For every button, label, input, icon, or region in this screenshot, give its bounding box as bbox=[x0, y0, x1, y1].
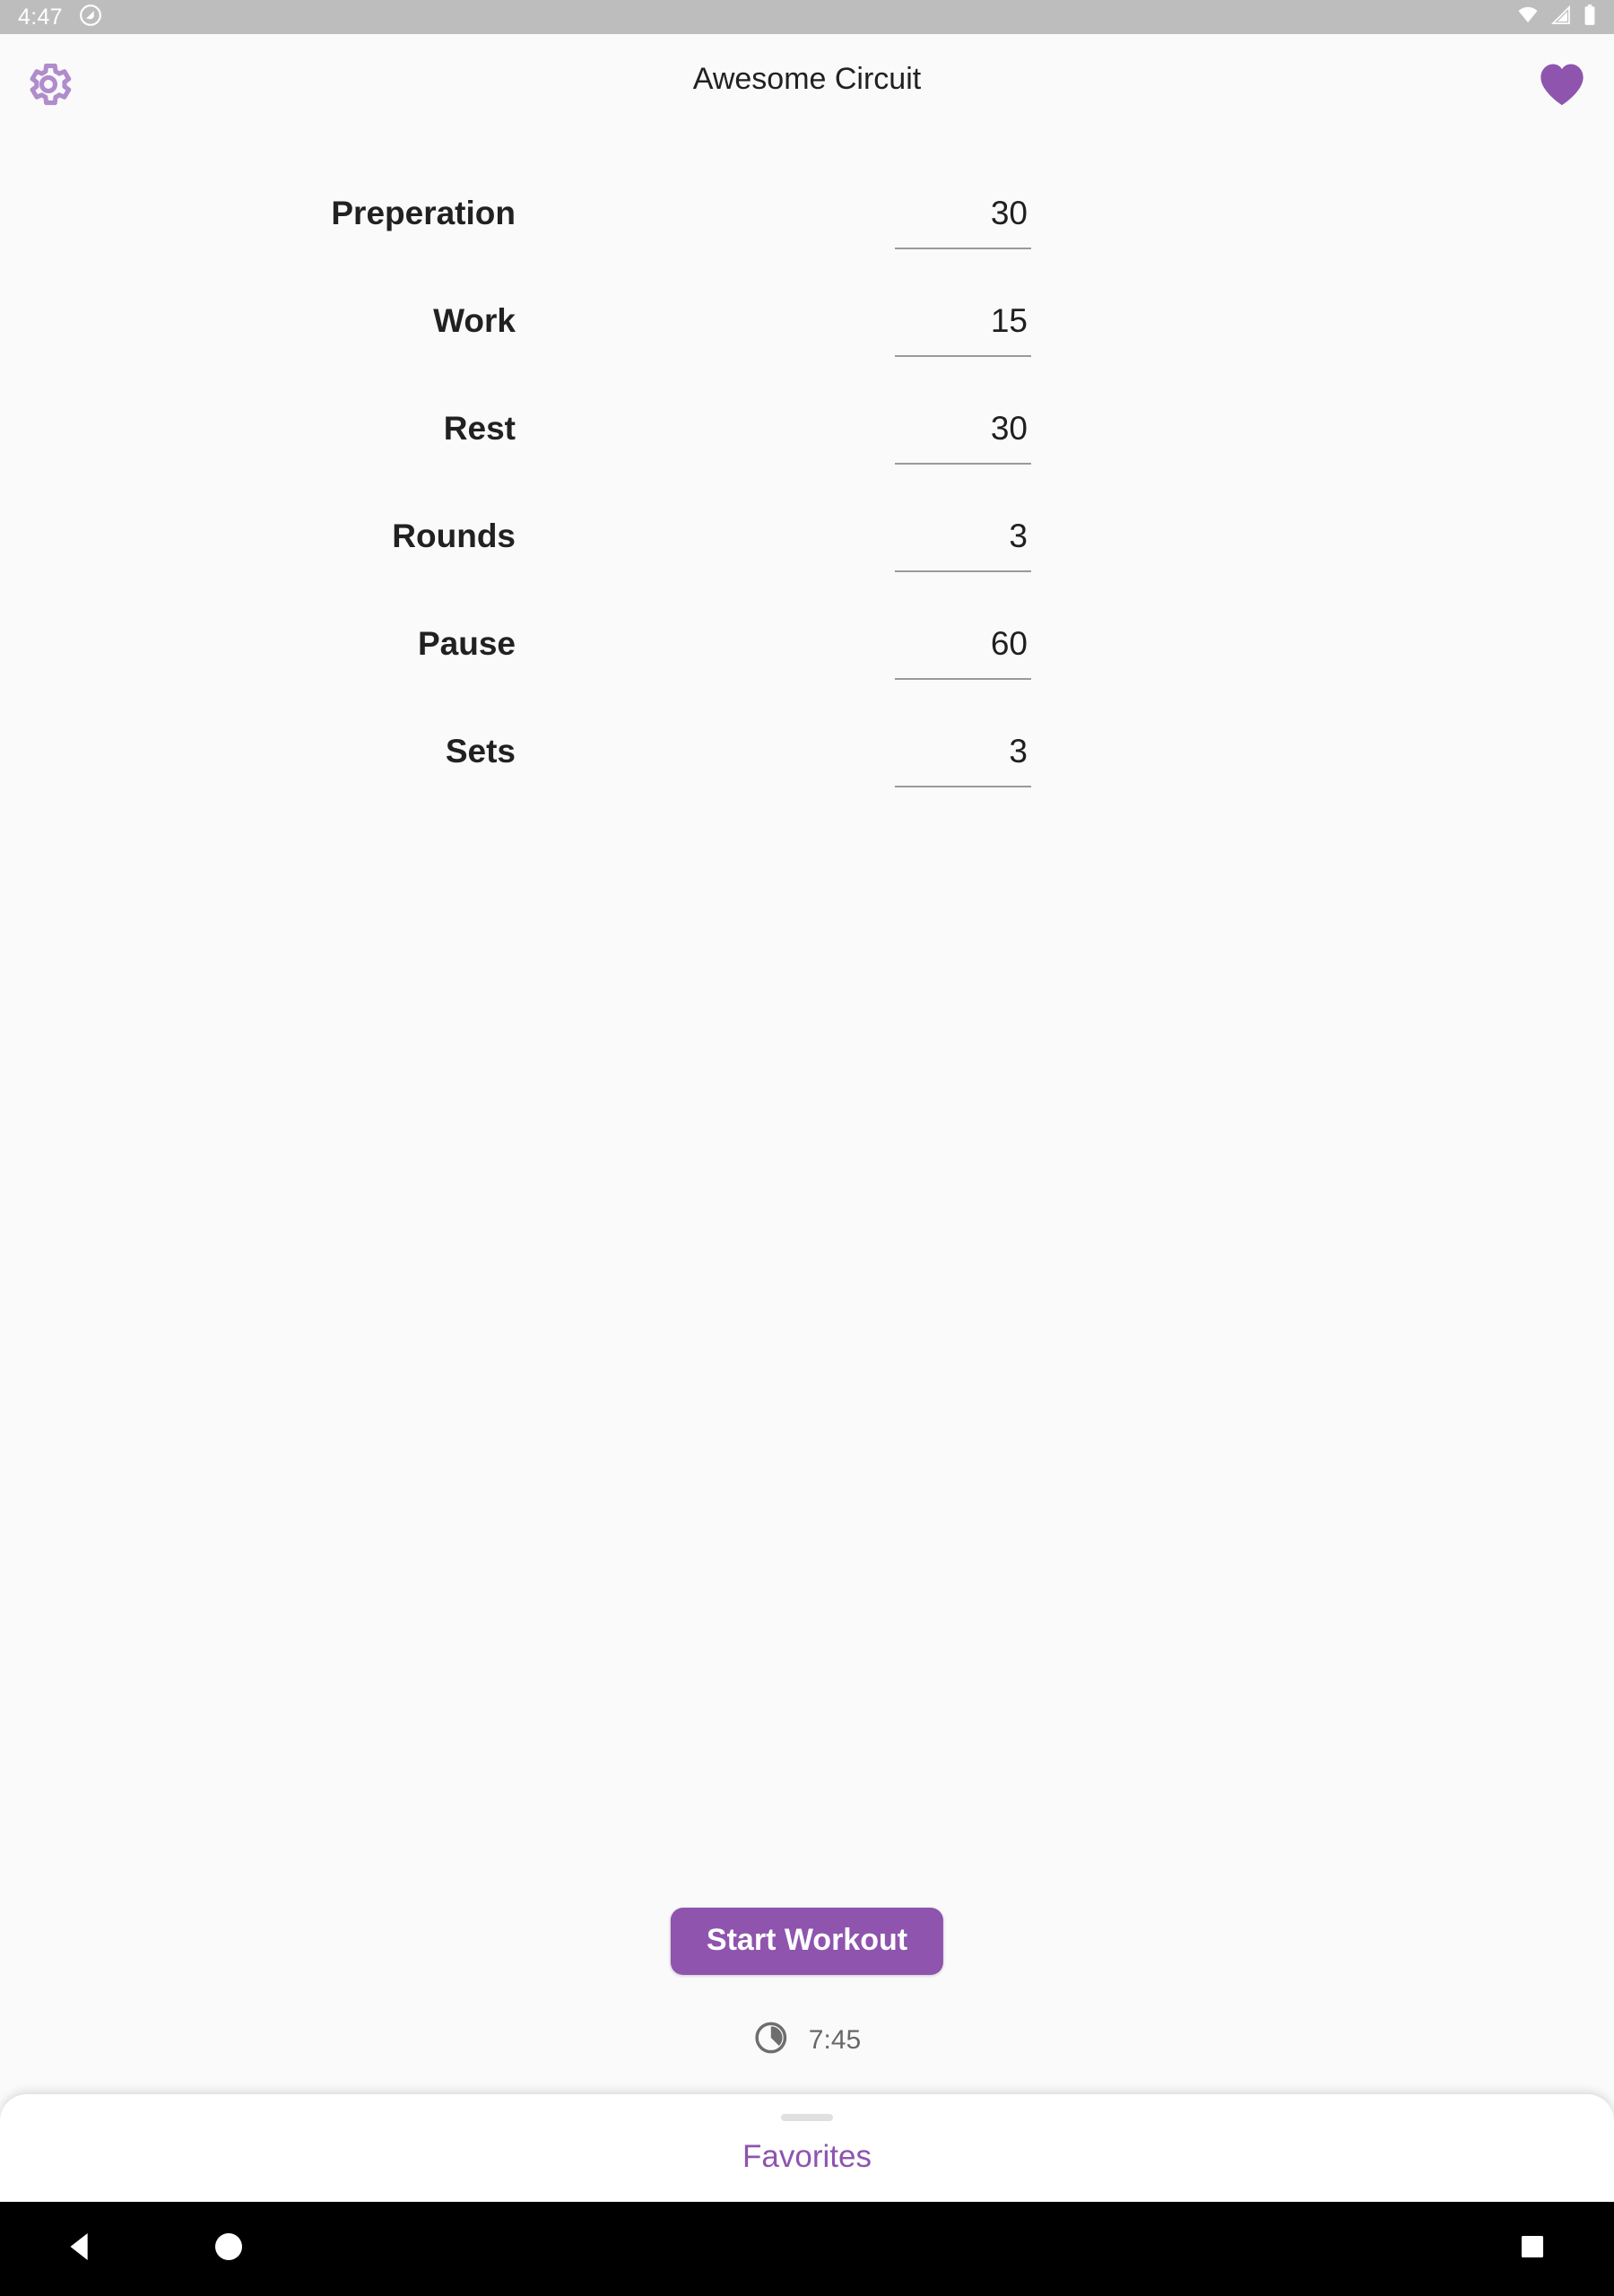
field-underline bbox=[895, 570, 1031, 572]
row-label: Rest bbox=[443, 410, 516, 447]
row-value[interactable]: 30 bbox=[895, 188, 1031, 239]
drag-handle[interactable] bbox=[781, 2114, 833, 2121]
row-label: Preperation bbox=[331, 195, 516, 231]
row-label: Rounds bbox=[392, 517, 516, 554]
form-row-sets: Sets 3 bbox=[0, 710, 1614, 818]
form-row-rounds: Rounds 3 bbox=[0, 495, 1614, 603]
page-title: Awesome Circuit bbox=[692, 62, 922, 96]
status-bar-right bbox=[1515, 4, 1598, 31]
total-time: 7:45 bbox=[753, 2020, 861, 2060]
sets-field[interactable]: 3 bbox=[895, 726, 1031, 787]
nav-back-button[interactable] bbox=[43, 2202, 120, 2296]
form-row-preperation: Preperation 30 bbox=[0, 172, 1614, 280]
home-circle-icon bbox=[211, 2229, 247, 2269]
status-bar-left: 4:47 bbox=[18, 0, 102, 34]
form-row-rest: Rest 30 bbox=[0, 387, 1614, 495]
work-field[interactable]: 15 bbox=[895, 296, 1031, 357]
favorite-button[interactable] bbox=[1533, 57, 1591, 115]
status-bar: 4:47 bbox=[0, 0, 1614, 34]
row-value[interactable]: 30 bbox=[895, 404, 1031, 454]
do-not-disturb-icon bbox=[79, 4, 102, 31]
row-value[interactable]: 3 bbox=[895, 511, 1031, 561]
battery-icon bbox=[1582, 4, 1598, 31]
preperation-field[interactable]: 30 bbox=[895, 188, 1031, 249]
total-time-value: 7:45 bbox=[808, 2024, 862, 2055]
back-triangle-icon bbox=[64, 2229, 100, 2269]
recent-apps-square-icon bbox=[1517, 2231, 1548, 2266]
row-label: Sets bbox=[445, 733, 516, 770]
field-underline bbox=[895, 355, 1031, 357]
form-row-work: Work 15 bbox=[0, 280, 1614, 387]
row-value[interactable]: 3 bbox=[895, 726, 1031, 777]
status-clock: 4:47 bbox=[18, 4, 63, 30]
cellular-signal-icon bbox=[1549, 4, 1573, 30]
field-underline bbox=[895, 463, 1031, 465]
favorites-bottom-sheet[interactable]: Favorites bbox=[0, 2094, 1614, 2202]
android-navigation-bar bbox=[0, 2202, 1614, 2296]
nav-recent-apps-button[interactable] bbox=[1494, 2202, 1571, 2296]
heart-icon bbox=[1538, 62, 1586, 111]
app-bar: Awesome Circuit bbox=[0, 34, 1614, 124]
nav-home-button[interactable] bbox=[190, 2202, 267, 2296]
row-label: Work bbox=[433, 302, 516, 339]
row-value[interactable]: 15 bbox=[895, 296, 1031, 346]
field-underline bbox=[895, 786, 1031, 787]
wifi-icon bbox=[1515, 4, 1540, 30]
pie-timer-icon bbox=[753, 2020, 789, 2060]
rounds-field[interactable]: 3 bbox=[895, 511, 1031, 572]
settings-form: Preperation 30 Work 15 Rest 30 Rounds 3 … bbox=[0, 172, 1614, 818]
row-value[interactable]: 60 bbox=[895, 619, 1031, 669]
rest-field[interactable]: 30 bbox=[895, 404, 1031, 465]
pause-field[interactable]: 60 bbox=[895, 619, 1031, 680]
field-underline bbox=[895, 678, 1031, 680]
row-label: Pause bbox=[417, 625, 516, 662]
start-workout-button[interactable]: Start Workout bbox=[670, 1908, 944, 1975]
field-underline bbox=[895, 248, 1031, 249]
form-row-pause: Pause 60 bbox=[0, 603, 1614, 710]
favorites-label[interactable]: Favorites bbox=[0, 2134, 1614, 2180]
